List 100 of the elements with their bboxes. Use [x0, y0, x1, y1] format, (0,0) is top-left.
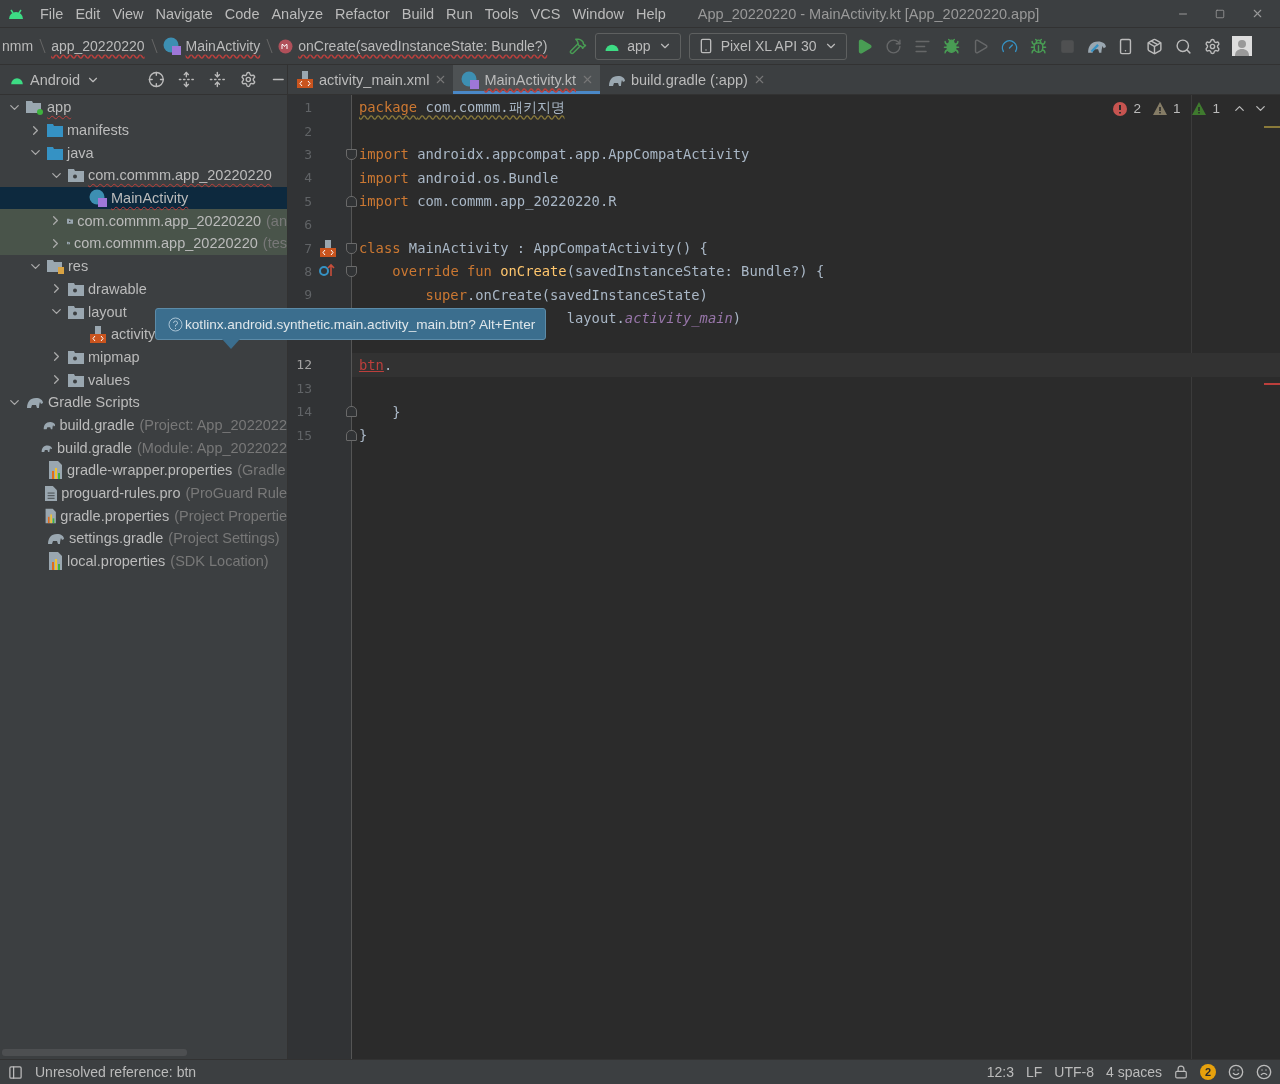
error-count: 2 [1133, 101, 1141, 116]
file-encoding[interactable]: UTF-8 [1054, 1064, 1094, 1080]
tree-label: drawable [88, 280, 147, 297]
collapse-all-icon[interactable] [208, 71, 226, 88]
panel-toggle-icon[interactable] [8, 1064, 23, 1080]
tree-label: manifests [67, 122, 130, 139]
fold-marker-icon[interactable] [346, 406, 357, 418]
kotlin-class-icon [89, 189, 107, 208]
menu-item[interactable]: View [106, 5, 150, 22]
tree-label: gradle.properties [60, 507, 170, 524]
tree-row[interactable]: settings.gradle (Project Settings) [0, 527, 287, 550]
tree-label: mipmap [88, 348, 140, 365]
tree-row[interactable]: java [0, 141, 287, 165]
smiley-icon[interactable] [1228, 1064, 1244, 1080]
code-line: override fun onCreate(savedInstanceState: Bundle?) { [392, 263, 825, 280]
editor-tab[interactable]: build.gradle (:app) [600, 65, 772, 94]
tree-row[interactable]: proguard-rules.pro (ProGuard Rule [0, 481, 287, 505]
menu-item[interactable]: Build [395, 5, 441, 22]
tree-label: MainActivity [111, 190, 189, 207]
tree-row[interactable]: local.properties (SDK Location) [0, 549, 287, 573]
tree-row[interactable]: gradle.properties (Project Propertie [0, 504, 287, 528]
tree-row[interactable]: gradle-wrapper.properties (Gradle [0, 459, 287, 482]
shield-play-icon [972, 37, 990, 55]
elephant-icon [47, 531, 65, 546]
menu-item[interactable]: VCS [524, 5, 567, 22]
tree-row[interactable]: build.gradle (Project: App_2022022 [0, 413, 287, 437]
avatar-icon [1231, 36, 1252, 56]
tree-label: build.gradle [57, 439, 133, 456]
project-view-dropdown[interactable]: Android [10, 71, 100, 88]
tree-row[interactable]: manifests [0, 118, 287, 142]
menu-item[interactable]: Window [566, 5, 630, 22]
menu-item[interactable]: Tools [478, 5, 525, 22]
tree-row[interactable]: MainActivity [0, 186, 287, 210]
tree-label: com.commm.app_20220220 [74, 235, 258, 252]
tree-row[interactable]: drawable [0, 277, 287, 301]
line-separator[interactable]: LF [1025, 1064, 1043, 1080]
hammer-icon[interactable] [569, 37, 588, 55]
elephant-icon [26, 395, 44, 410]
tree-row[interactable]: com.commm.app_20220220 [0, 164, 287, 187]
menu-item[interactable]: Help [630, 5, 672, 22]
code-line: btn. [359, 357, 393, 373]
menu-item[interactable]: Run [440, 5, 479, 22]
tree-row[interactable]: app [0, 96, 287, 119]
weak-warning-icon[interactable] [1192, 102, 1207, 115]
tree-row[interactable]: Gradle Scripts [0, 390, 287, 414]
menu-item[interactable]: Analyze [265, 5, 330, 22]
tree-label: res [68, 258, 89, 275]
tree-row[interactable]: res [0, 254, 287, 278]
tree-row[interactable]: build.gradle (Module: App_2022022 [0, 436, 287, 459]
breadcrumb[interactable]: app_20220220 [49, 38, 147, 54]
indent-setting[interactable]: 4 spaces [1105, 1064, 1162, 1080]
folder-icon [47, 145, 63, 160]
expand-all-icon[interactable] [178, 71, 195, 88]
fold-marker-icon[interactable] [346, 195, 357, 207]
device-dropdown[interactable]: Pixel XL API 30 [688, 32, 847, 60]
tree-label: app [47, 99, 72, 116]
tree-row[interactable]: mipmap [0, 345, 287, 369]
breadcrumb[interactable]: nmm [0, 38, 36, 54]
breadcrumb[interactable]: onCreate(savedInstanceState: Bundle?) [276, 38, 550, 54]
caret-position[interactable]: 12:3 [986, 1064, 1014, 1080]
rerun-icon [885, 37, 903, 55]
tree-label: build.gradle [59, 416, 135, 433]
menu-item[interactable]: Navigate [149, 5, 219, 22]
override-marker-icon[interactable] [319, 263, 335, 278]
warning-icon[interactable] [1152, 102, 1167, 115]
code-line: import com.commm.app_20220220.R [359, 193, 617, 210]
run-config-dropdown[interactable]: app [595, 32, 681, 60]
error-icon[interactable] [1113, 101, 1128, 116]
tree-hint: (ProGuard Rule [185, 485, 287, 502]
menu-item[interactable]: File [34, 5, 70, 22]
toolbar-button[interactable] [1230, 35, 1253, 57]
weak-warning-count: 1 [1212, 101, 1220, 116]
tree-row[interactable]: values [0, 368, 287, 391]
window-title: App_20220220 - MainActivity.kt [App_20220220.app] [697, 5, 1041, 22]
tree-label: activity [111, 326, 156, 343]
tooltip-pointer [222, 339, 240, 349]
maximize-icon[interactable] [1215, 8, 1225, 19]
editor-tab[interactable]: activity_main.xml [288, 65, 454, 94]
breadcrumb[interactable]: MainActivity [160, 37, 263, 55]
fold-marker-icon[interactable] [346, 265, 357, 277]
menu-item[interactable]: Refactor [329, 5, 396, 22]
settings-icon [1204, 37, 1222, 55]
tree-hint: (Project Settings) [168, 530, 280, 547]
warning-count: 1 [1172, 101, 1181, 116]
fold-marker-icon[interactable] [346, 429, 357, 441]
fold-marker-icon[interactable] [346, 242, 357, 254]
bug-arrow-icon [1030, 37, 1048, 55]
lock-icon[interactable] [1174, 1065, 1188, 1079]
resource-folder-icon [47, 258, 64, 274]
menu-item[interactable]: Code [218, 5, 266, 22]
code-line: import androidx.appcompat.app.AppCompatActivity [359, 146, 750, 163]
locate-icon[interactable] [147, 71, 165, 88]
fold-marker-icon[interactable] [346, 148, 357, 160]
layout-file-icon [89, 325, 107, 343]
editor-tab[interactable]: MainActivity.kt [453, 65, 600, 94]
sad-face-icon[interactable] [1256, 1064, 1272, 1080]
settings-icon[interactable] [239, 71, 257, 88]
menu-item[interactable]: Edit [69, 5, 107, 22]
notification-badge[interactable]: 2 [1200, 1064, 1216, 1080]
close-icon[interactable] [1251, 7, 1264, 20]
